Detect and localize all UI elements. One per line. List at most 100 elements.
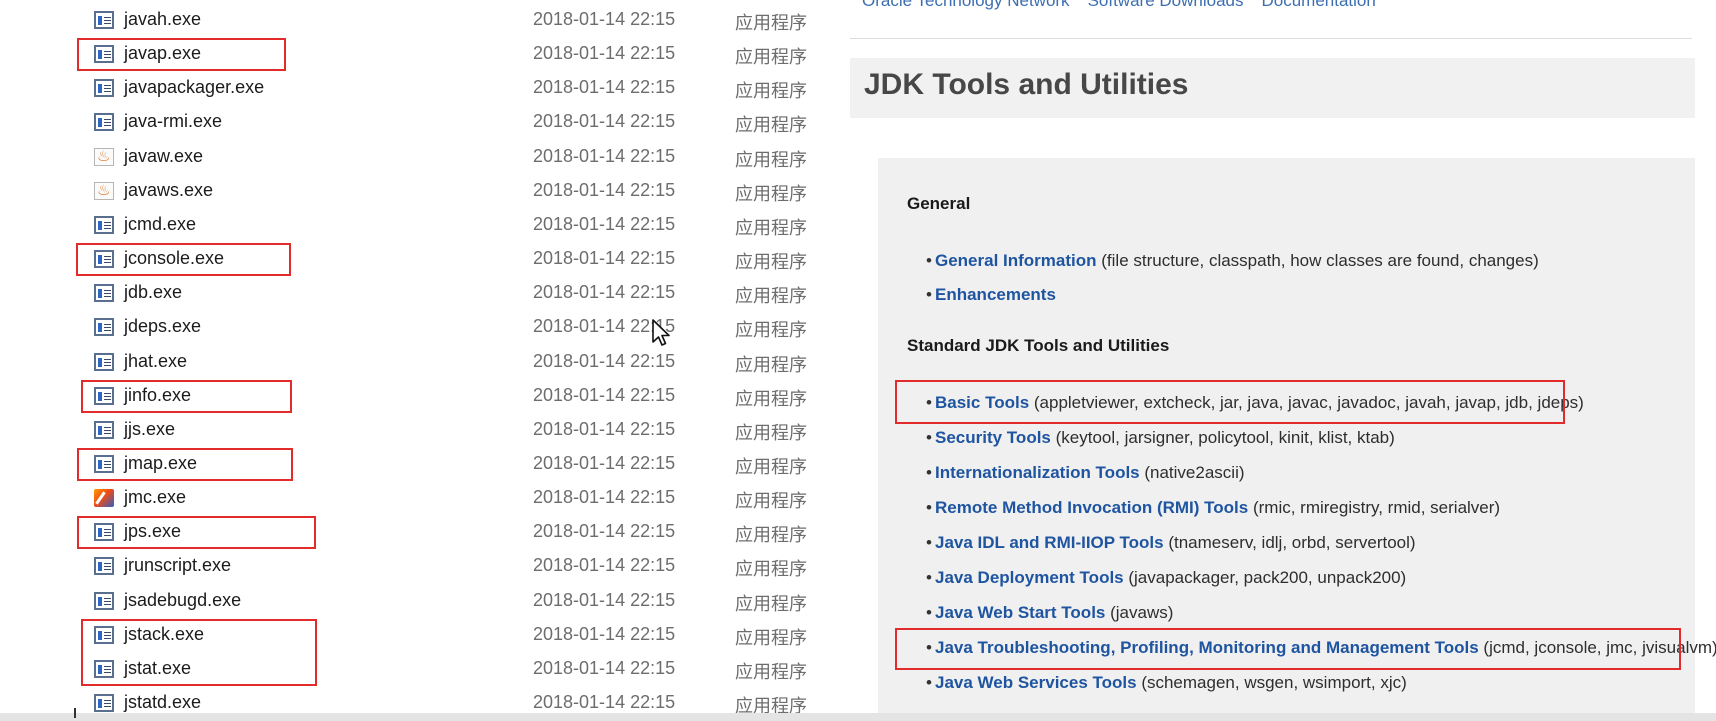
file-name: jconsole.exe bbox=[124, 248, 225, 269]
exe-icon bbox=[94, 318, 114, 337]
file-date: 2018-01-14 22:15 bbox=[533, 487, 676, 508]
section-heading: General bbox=[907, 194, 971, 213]
file-type: 应用程序 bbox=[735, 593, 807, 615]
link-description: (javaws) bbox=[1105, 603, 1174, 622]
file-type: 应用程序 bbox=[735, 47, 807, 69]
file-row[interactable]: jdeps.exe 2018-01-14 22:15 应用程序 bbox=[0, 310, 850, 344]
bullet: • bbox=[926, 638, 932, 657]
list-item: • Security Tools (keytool, jarsigner, pol… bbox=[926, 428, 1395, 448]
link-description: (rmic, rmiregistry, rmid, serialver) bbox=[1248, 498, 1501, 517]
file-name: jcmd.exe bbox=[124, 213, 197, 234]
divider bbox=[850, 38, 1692, 39]
nav-link[interactable]: Documentation bbox=[1261, 0, 1375, 10]
page-title-band: JDK Tools and Utilities bbox=[850, 58, 1695, 118]
doc-link[interactable]: Security Tools bbox=[935, 428, 1051, 447]
file-name: jstack.exe bbox=[124, 623, 205, 644]
file-row[interactable]: jcmd.exe 2018-01-14 22:15 应用程序 bbox=[0, 208, 850, 242]
section-heading: Standard JDK Tools and Utilities bbox=[907, 336, 1170, 355]
file-type: 应用程序 bbox=[735, 115, 807, 137]
file-name: jmc.exe bbox=[124, 487, 187, 508]
file-row[interactable]: jstat.exe 2018-01-14 22:15 应用程序 bbox=[0, 652, 850, 686]
java-cup-icon bbox=[94, 147, 114, 166]
file-type: 应用程序 bbox=[735, 388, 807, 410]
file-row[interactable]: jdb.exe 2018-01-14 22:15 应用程序 bbox=[0, 276, 850, 310]
bullet: • bbox=[926, 463, 932, 482]
file-row[interactable]: jsadebugd.exe 2018-01-14 22:15 应用程序 bbox=[0, 584, 850, 618]
file-row[interactable]: jstack.exe 2018-01-14 22:15 应用程序 bbox=[0, 618, 850, 652]
doc-link[interactable]: Remote Method Invocation (RMI) Tools bbox=[935, 498, 1248, 517]
file-name: jstatd.exe bbox=[124, 692, 202, 712]
file-row[interactable]: javapackager.exe 2018-01-14 22:15 应用程序 bbox=[0, 71, 850, 105]
bullet: • bbox=[926, 285, 932, 304]
file-date: 2018-01-14 22:15 bbox=[533, 248, 676, 269]
mouse-cursor-icon bbox=[652, 319, 670, 346]
file-date: 2018-01-14 22:15 bbox=[533, 418, 676, 439]
file-type: 应用程序 bbox=[735, 252, 807, 274]
file-row[interactable]: jjs.exe 2018-01-14 22:15 应用程序 bbox=[0, 413, 850, 447]
java-cup-icon bbox=[94, 181, 114, 200]
file-row[interactable]: jhat.exe 2018-01-14 22:15 应用程序 bbox=[0, 345, 850, 379]
doc-link[interactable]: Java Deployment Tools bbox=[935, 568, 1124, 587]
nav-link[interactable]: Oracle Technology Network bbox=[862, 0, 1070, 10]
file-type: 应用程序 bbox=[735, 456, 807, 478]
exe-icon bbox=[94, 694, 114, 712]
link-description: (keytool, jarsigner, policytool, kinit, … bbox=[1050, 428, 1395, 447]
file-type: 应用程序 bbox=[735, 149, 807, 171]
doc-link[interactable]: Java Troubleshooting, Profiling, Monitor… bbox=[935, 638, 1479, 657]
exe-icon bbox=[94, 79, 114, 98]
file-type: 应用程序 bbox=[735, 217, 807, 239]
file-date: 2018-01-14 22:15 bbox=[533, 692, 676, 712]
exe-icon bbox=[94, 250, 114, 269]
list-item: • Java Web Services Tools (schemagen, wsg… bbox=[926, 673, 1407, 693]
exe-icon bbox=[94, 352, 114, 371]
bullet: • bbox=[926, 428, 932, 447]
doc-link[interactable]: Basic Tools bbox=[935, 393, 1029, 412]
doc-link[interactable]: Java Web Services Tools bbox=[935, 673, 1137, 692]
exe-icon bbox=[94, 11, 114, 29]
file-row[interactable]: jps.exe 2018-01-14 22:15 应用程序 bbox=[0, 515, 850, 549]
file-date: 2018-01-14 22:15 bbox=[533, 623, 676, 644]
exe-icon bbox=[94, 284, 114, 303]
doc-link[interactable]: General Information bbox=[935, 251, 1097, 270]
nav-link[interactable]: Software Downloads bbox=[1088, 0, 1244, 10]
doc-link[interactable]: Internationalization Tools bbox=[935, 463, 1140, 482]
file-explorer-list: javah.exe 2018-01-14 22:15 应用程序 javap.exe 20… bbox=[0, 0, 850, 713]
file-date: 2018-01-14 22:15 bbox=[533, 213, 676, 234]
file-date: 2018-01-14 22:15 bbox=[533, 589, 676, 610]
file-name: jjs.exe bbox=[124, 418, 176, 439]
exe-icon bbox=[94, 386, 114, 405]
file-date: 2018-01-14 22:15 bbox=[533, 111, 676, 132]
file-row[interactable]: javaw.exe 2018-01-14 22:15 应用程序 bbox=[0, 140, 850, 174]
exe-icon bbox=[94, 625, 114, 644]
file-row[interactable]: javaws.exe 2018-01-14 22:15 应用程序 bbox=[0, 174, 850, 208]
file-type: 应用程序 bbox=[735, 491, 807, 513]
file-row[interactable]: jstatd.exe 2018-01-14 22:15 应用程序 bbox=[0, 686, 850, 713]
bottom-strip bbox=[0, 713, 1716, 721]
list-item: • Java IDL and RMI-IIOP Tools (tnameserv,… bbox=[926, 533, 1416, 553]
exe-icon bbox=[94, 659, 114, 678]
file-name: jmap.exe bbox=[124, 452, 198, 473]
file-row[interactable]: javap.exe 2018-01-14 22:15 应用程序 bbox=[0, 37, 850, 71]
file-row[interactable]: jmap.exe 2018-01-14 22:15 应用程序 bbox=[0, 447, 850, 481]
bullet: • bbox=[926, 673, 932, 692]
file-date: 2018-01-14 22:15 bbox=[533, 555, 676, 576]
file-row[interactable]: jinfo.exe 2018-01-14 22:15 应用程序 bbox=[0, 379, 850, 413]
file-name: javap.exe bbox=[124, 43, 202, 64]
doc-link[interactable]: Enhancements bbox=[935, 285, 1056, 304]
list-item: • Java Web Start Tools (javaws) bbox=[926, 603, 1173, 623]
file-name: jinfo.exe bbox=[124, 384, 192, 405]
file-type: 应用程序 bbox=[735, 559, 807, 581]
file-row[interactable]: jmc.exe 2018-01-14 22:15 应用程序 bbox=[0, 481, 850, 515]
file-date: 2018-01-14 22:15 bbox=[533, 521, 676, 542]
file-row[interactable]: jrunscript.exe 2018-01-14 22:15 应用程序 bbox=[0, 549, 850, 583]
file-row[interactable]: java-rmi.exe 2018-01-14 22:15 应用程序 bbox=[0, 105, 850, 139]
resize-tick bbox=[74, 708, 76, 718]
bullet: • bbox=[926, 568, 932, 587]
doc-link[interactable]: Java Web Start Tools bbox=[935, 603, 1105, 622]
file-row[interactable]: jconsole.exe 2018-01-14 22:15 应用程序 bbox=[0, 242, 850, 276]
doc-link[interactable]: Java IDL and RMI-IIOP Tools bbox=[935, 533, 1164, 552]
file-date: 2018-01-14 22:15 bbox=[533, 452, 676, 473]
link-description: (native2ascii) bbox=[1139, 463, 1245, 482]
file-row[interactable]: javah.exe 2018-01-14 22:15 应用程序 bbox=[0, 3, 850, 37]
list-item: • Java Deployment Tools (javapackager, pa… bbox=[926, 568, 1406, 588]
